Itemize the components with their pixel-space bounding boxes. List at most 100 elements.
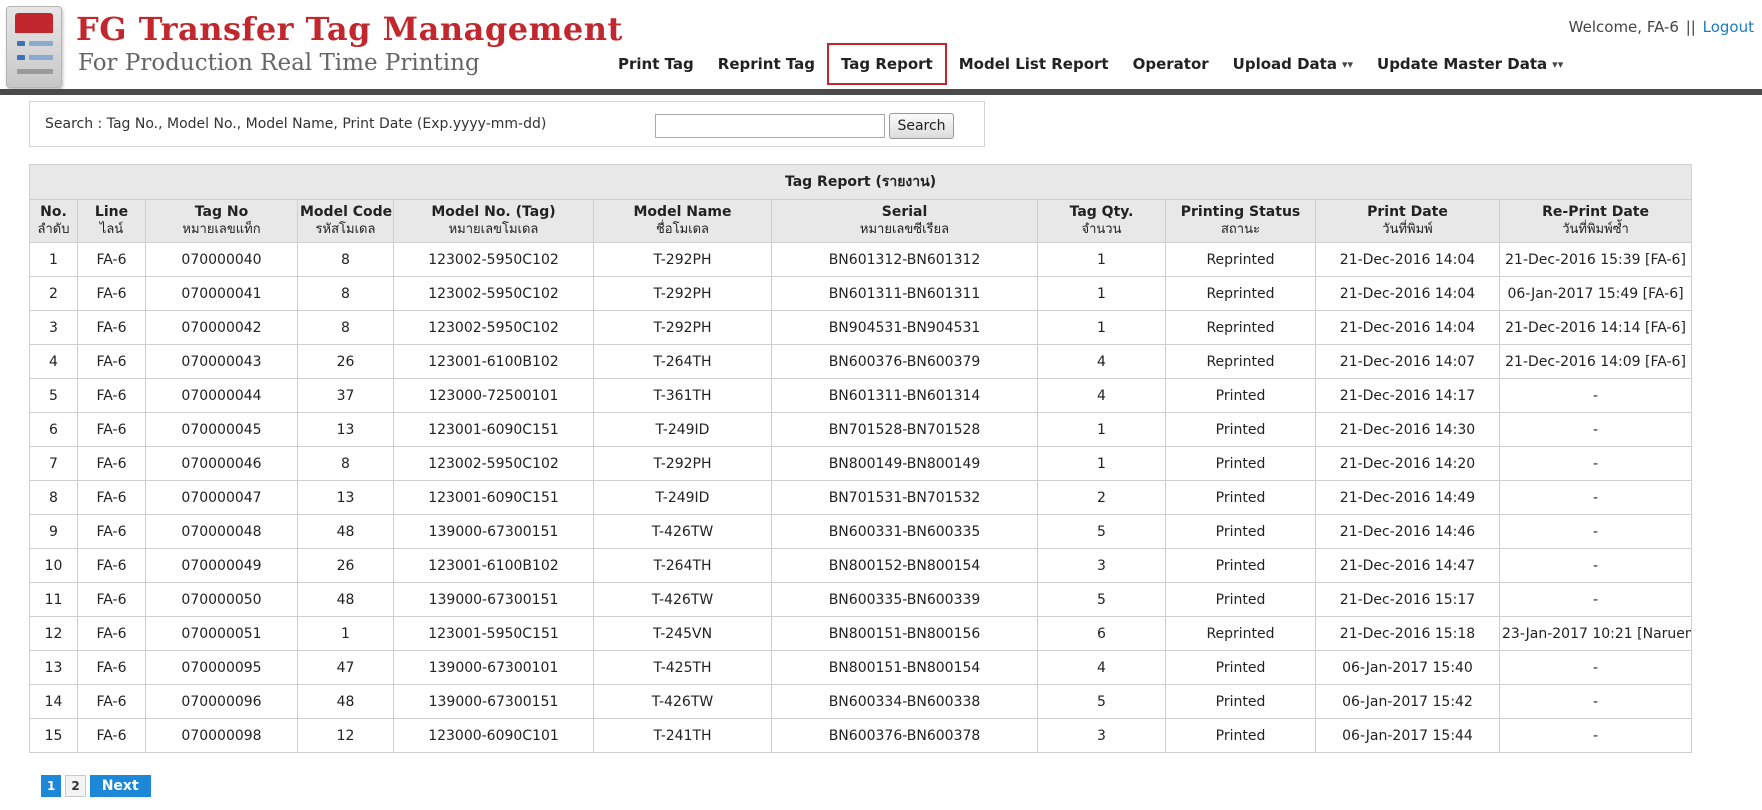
table-title: Tag Report (รายงาน): [28, 164, 1693, 200]
tag-qty-cell: 4: [1037, 650, 1166, 685]
model-code-cell: 37: [297, 378, 394, 413]
tag-qty-cell: 5: [1037, 684, 1166, 719]
tag-qty-cell: 5: [1037, 582, 1166, 617]
table-row: 13 FA-6 070000095 47 139000-67300101 T-425TH B…: [29, 650, 1693, 685]
table-row: 6 FA-6 070000045 13 123001-6090C151 T-249ID BN…: [29, 412, 1693, 447]
model-name-cell: T-292PH: [593, 446, 772, 481]
table-row: 8 FA-6 070000047 13 123001-6090C151 T-249ID BN…: [29, 480, 1693, 515]
print-date-cell: 21-Dec-2016 14:49: [1315, 480, 1500, 515]
tag-qty-cell: 4: [1037, 378, 1166, 413]
line-cell: FA-6: [77, 582, 146, 617]
printing-status-cell: Printed: [1165, 718, 1316, 753]
tag-qty-cell: 5: [1037, 514, 1166, 549]
serial-cell: BN601311-BN601314: [771, 378, 1038, 413]
line-cell: FA-6: [77, 480, 146, 515]
column-header: No. ลำดับ: [29, 199, 78, 243]
nav-label: Update Master Data: [1377, 55, 1548, 73]
model-no-cell: 123001-6090C151: [393, 412, 594, 447]
search-button[interactable]: Search: [889, 113, 954, 139]
line-cell: FA-6: [77, 276, 146, 311]
nav-update-master-data[interactable]: Update Master Data ▾▾: [1365, 42, 1575, 86]
tag-qty-cell: 6: [1037, 616, 1166, 651]
row-number-cell: 9: [29, 514, 78, 549]
tag-qty-cell: 1: [1037, 412, 1166, 447]
model-code-cell: 1: [297, 616, 394, 651]
nav-print-tag[interactable]: Print Tag: [606, 42, 706, 86]
row-number-cell: 5: [29, 378, 78, 413]
line-cell: FA-6: [77, 378, 146, 413]
nav-operator[interactable]: Operator: [1121, 42, 1221, 86]
serial-cell: BN800152-BN800154: [771, 548, 1038, 583]
welcome-text: Welcome, FA-6: [1568, 18, 1679, 36]
printing-status-cell: Printed: [1165, 480, 1316, 515]
page-1-button[interactable]: 1: [41, 775, 62, 797]
next-page-button[interactable]: Next: [89, 775, 151, 797]
print-date-cell: 21-Dec-2016 14:04: [1315, 276, 1500, 311]
table-row: 7 FA-6 070000046 8 123002-5950C102 T-292PH BN8…: [29, 446, 1693, 481]
model-name-cell: T-249ID: [593, 412, 772, 447]
search-label: Search : Tag No., Model No., Model Name,…: [45, 116, 547, 132]
model-no-cell: 123000-6090C101: [393, 718, 594, 753]
serial-cell: BN701528-BN701528: [771, 412, 1038, 447]
model-code-cell: 13: [297, 480, 394, 515]
tag-no-cell: 070000050: [145, 582, 298, 617]
print-date-cell: 06-Jan-2017 15:44: [1315, 718, 1500, 753]
app-header: FG Transfer Tag Management For Productio…: [0, 0, 1762, 96]
serial-cell: BN600376-BN600379: [771, 344, 1038, 379]
page-2-button[interactable]: 2: [65, 775, 86, 797]
print-date-cell: 06-Jan-2017 15:40: [1315, 650, 1500, 685]
header-divider: [0, 89, 1762, 95]
row-number-cell: 1: [29, 242, 78, 277]
printing-status-cell: Printed: [1165, 446, 1316, 481]
tag-no-cell: 070000051: [145, 616, 298, 651]
table-row: 14 FA-6 070000096 48 139000-67300151 T-426TW B…: [29, 684, 1693, 719]
model-code-cell: 26: [297, 548, 394, 583]
line-cell: FA-6: [77, 718, 146, 753]
table-row: 15 FA-6 070000098 12 123000-6090C101 T-241TH B…: [29, 718, 1693, 753]
nav-model-list-report[interactable]: Model List Report: [947, 42, 1121, 86]
nav-upload-data[interactable]: Upload Data ▾▾: [1221, 42, 1365, 86]
tag-qty-cell: 1: [1037, 276, 1166, 311]
line-cell: FA-6: [77, 650, 146, 685]
model-no-cell: 123002-5950C102: [393, 276, 594, 311]
model-name-cell: T-426TW: [593, 514, 772, 549]
model-no-cell: 139000-67300101: [393, 650, 594, 685]
reprint-date-cell: 21-Dec-2016 14:14 [FA-6]: [1498, 310, 1693, 345]
line-cell: FA-6: [77, 514, 146, 549]
model-no-cell: 123002-5950C102: [393, 446, 594, 481]
serial-cell: BN601312-BN601312: [771, 242, 1038, 277]
printing-status-cell: Reprinted: [1165, 616, 1316, 651]
nav-label: Tag Report: [841, 55, 933, 73]
search-input[interactable]: [655, 114, 885, 138]
printing-status-cell: Printed: [1165, 548, 1316, 583]
print-date-cell: 21-Dec-2016 14:07: [1315, 344, 1500, 379]
model-name-cell: T-292PH: [593, 242, 772, 277]
nav-label: Upload Data: [1232, 55, 1337, 73]
reprint-date-cell: -: [1498, 514, 1693, 549]
column-header: Serial หมายเลขซีเรียล: [771, 199, 1038, 243]
logout-link[interactable]: Logout: [1703, 18, 1754, 36]
reprint-date-cell: -: [1498, 446, 1693, 481]
row-number-cell: 3: [29, 310, 78, 345]
line-cell: FA-6: [77, 446, 146, 481]
reprint-date-cell: -: [1498, 684, 1693, 719]
line-cell: FA-6: [77, 344, 146, 379]
serial-cell: BN904531-BN904531: [771, 310, 1038, 345]
printing-status-cell: Printed: [1165, 378, 1316, 413]
serial-cell: BN600334-BN600338: [771, 684, 1038, 719]
serial-cell: BN600335-BN600339: [771, 582, 1038, 617]
row-number-cell: 4: [29, 344, 78, 379]
printing-status-cell: Printed: [1165, 582, 1316, 617]
tag-qty-cell: 2: [1037, 480, 1166, 515]
serial-cell: BN800151-BN800156: [771, 616, 1038, 651]
model-code-cell: 26: [297, 344, 394, 379]
table-row: 5 FA-6 070000044 37 123000-72500101 T-361TH BN…: [29, 378, 1693, 413]
model-name-cell: T-425TH: [593, 650, 772, 685]
nav-tag-report[interactable]: Tag Report: [827, 43, 947, 85]
nav-reprint-tag[interactable]: Reprint Tag: [706, 42, 827, 86]
model-name-cell: T-426TW: [593, 582, 772, 617]
printing-status-cell: Reprinted: [1165, 276, 1316, 311]
tag-no-cell: 070000044: [145, 378, 298, 413]
column-header: Tag No หมายเลขแท็ก: [145, 199, 298, 243]
tag-no-cell: 070000048: [145, 514, 298, 549]
